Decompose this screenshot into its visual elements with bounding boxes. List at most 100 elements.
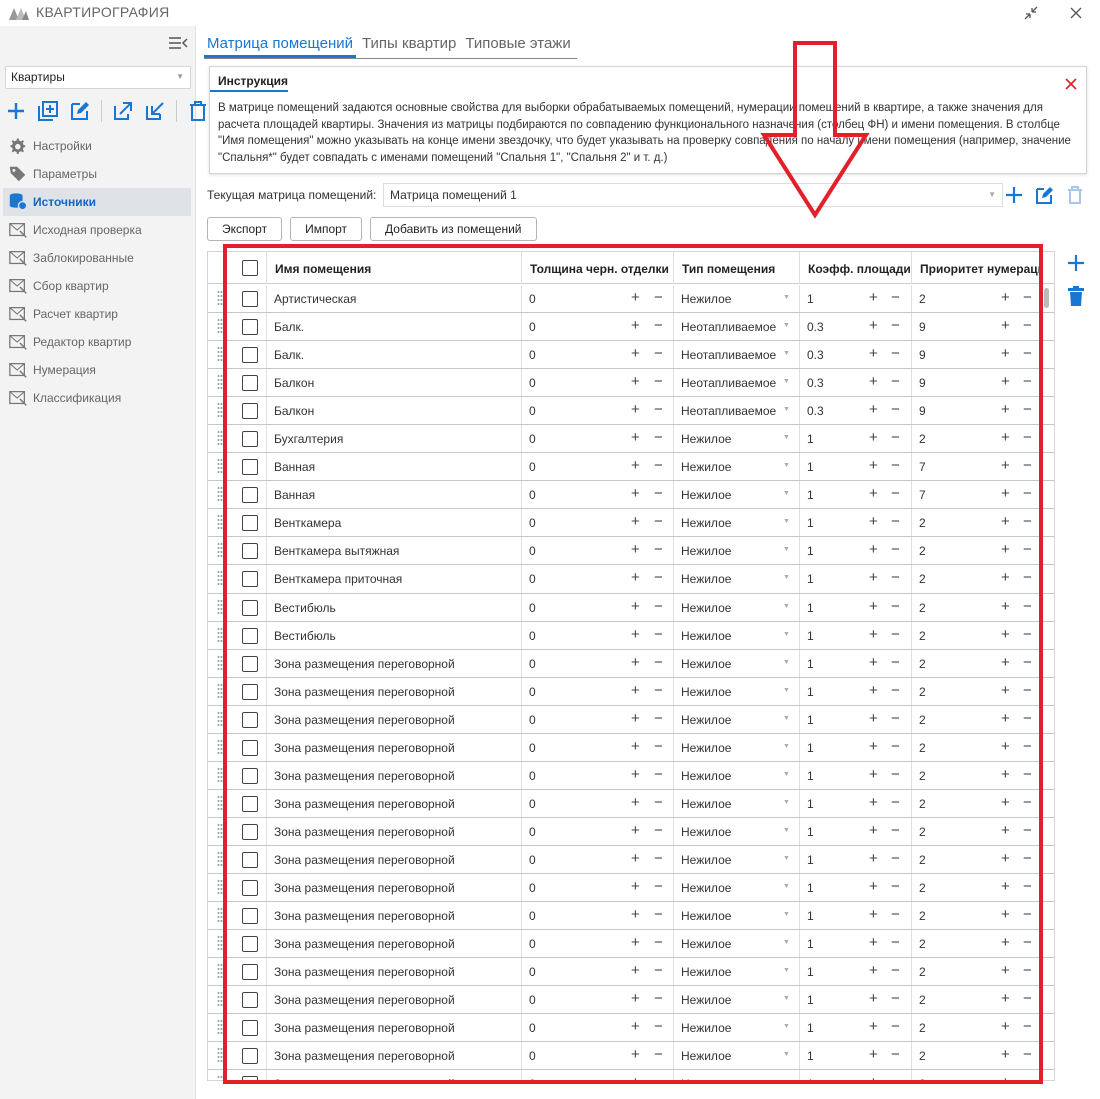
increment-icon[interactable]: + bbox=[1001, 430, 1010, 446]
priority-cell[interactable]: 2 bbox=[911, 817, 1041, 845]
decrement-icon[interactable]: − bbox=[654, 878, 663, 895]
decrement-icon[interactable]: − bbox=[654, 430, 663, 446]
add-matrix-icon[interactable] bbox=[1004, 185, 1024, 205]
thickness-cell[interactable]: 0 bbox=[521, 593, 673, 621]
chevron-down-icon[interactable]: ▼ bbox=[783, 827, 790, 834]
decrement-icon[interactable]: − bbox=[1023, 598, 1032, 615]
drag-handle-icon[interactable] bbox=[217, 346, 223, 362]
thickness-cell[interactable]: 0 bbox=[521, 621, 673, 649]
increment-icon[interactable]: + bbox=[1001, 710, 1010, 727]
decrement-icon[interactable]: − bbox=[1023, 514, 1032, 530]
priority-cell[interactable]: 2 bbox=[911, 845, 1041, 873]
close-window-icon[interactable] bbox=[1059, 0, 1093, 26]
room-name-cell[interactable]: Венткамера bbox=[266, 509, 521, 537]
row-checkbox[interactable] bbox=[242, 459, 258, 476]
vertical-scrollbar[interactable] bbox=[1044, 288, 1049, 308]
increment-icon[interactable]: + bbox=[869, 850, 878, 867]
column-header-0[interactable]: Имя помещения bbox=[266, 252, 521, 284]
chevron-down-icon[interactable]: ▼ bbox=[783, 771, 790, 778]
increment-icon[interactable]: + bbox=[869, 290, 878, 306]
priority-cell[interactable]: 9 bbox=[911, 369, 1041, 397]
increment-icon[interactable]: + bbox=[869, 626, 878, 643]
chevron-down-icon[interactable]: ▼ bbox=[783, 546, 790, 553]
increment-icon[interactable]: + bbox=[631, 935, 640, 951]
sidebar-item-7[interactable]: Редактор квартир bbox=[3, 328, 191, 356]
decrement-icon[interactable]: − bbox=[654, 1019, 663, 1035]
decrement-icon[interactable]: − bbox=[654, 1047, 663, 1063]
close-instruction-icon[interactable] bbox=[1064, 77, 1078, 91]
decrement-icon[interactable]: − bbox=[654, 318, 663, 334]
increment-icon[interactable]: + bbox=[1001, 822, 1010, 839]
restore-icon[interactable] bbox=[1014, 0, 1048, 26]
drag-handle-icon[interactable] bbox=[217, 374, 223, 390]
decrement-icon[interactable]: − bbox=[1023, 318, 1032, 334]
table-row[interactable]: Ванная 0 + − Нежилое ▼ 1 + −7 + − bbox=[208, 453, 1054, 482]
decrement-icon[interactable]: − bbox=[891, 654, 900, 671]
decrement-icon[interactable]: − bbox=[654, 542, 663, 558]
priority-cell[interactable]: 2 bbox=[911, 930, 1041, 958]
increment-icon[interactable]: + bbox=[631, 542, 640, 558]
increment-icon[interactable]: + bbox=[869, 598, 878, 615]
priority-cell[interactable]: 2 bbox=[911, 1014, 1041, 1042]
room-type-cell[interactable]: Нежилое bbox=[673, 649, 799, 677]
mode-select[interactable]: Квартиры ▼ bbox=[5, 66, 191, 89]
room-type-cell[interactable]: Нежилое bbox=[673, 285, 799, 313]
chevron-down-icon[interactable]: ▼ bbox=[783, 574, 790, 581]
increment-icon[interactable]: + bbox=[1001, 626, 1010, 643]
room-name-cell[interactable]: Зона размещения переговорной bbox=[266, 649, 521, 677]
drag-handle-icon[interactable] bbox=[217, 683, 223, 699]
increment-icon[interactable]: + bbox=[869, 654, 878, 671]
increment-icon[interactable]: + bbox=[869, 766, 878, 783]
table-row[interactable]: Венткамера вытяжная 0 + − Нежилое ▼ 1 + −2 + − bbox=[208, 537, 1054, 566]
table-row[interactable]: Зона размещения переговорной0+−Нежилое▼1… bbox=[208, 1014, 1054, 1043]
room-name-cell[interactable]: Артистическая bbox=[266, 285, 521, 313]
decrement-icon[interactable]: − bbox=[891, 514, 900, 530]
decrement-icon[interactable]: − bbox=[891, 850, 900, 867]
chevron-down-icon[interactable]: ▼ bbox=[783, 631, 790, 638]
room-name-cell[interactable]: Ванная bbox=[266, 453, 521, 481]
thickness-cell[interactable]: 0 bbox=[521, 1042, 673, 1070]
thickness-cell[interactable]: 0 bbox=[521, 817, 673, 845]
sidebar-item-3[interactable]: Исходная проверка bbox=[3, 216, 191, 244]
chevron-down-icon[interactable]: ▼ bbox=[783, 350, 790, 357]
priority-cell[interactable]: 2 bbox=[911, 705, 1041, 733]
chevron-down-icon[interactable]: ▼ bbox=[783, 322, 790, 329]
room-type-cell[interactable]: Нежилое bbox=[673, 789, 799, 817]
decrement-icon[interactable]: − bbox=[891, 346, 900, 362]
decrement-icon[interactable]: − bbox=[654, 654, 663, 671]
decrement-icon[interactable]: − bbox=[891, 794, 900, 811]
room-type-cell[interactable]: Нежилое bbox=[673, 677, 799, 705]
increment-icon[interactable]: + bbox=[631, 570, 640, 586]
decrement-icon[interactable]: − bbox=[1023, 963, 1032, 979]
increment-icon[interactable]: + bbox=[631, 374, 640, 390]
increment-icon[interactable]: + bbox=[1001, 1075, 1010, 1080]
room-type-cell[interactable]: Нежилое bbox=[673, 453, 799, 481]
room-type-cell[interactable]: Нежилое bbox=[673, 1014, 799, 1042]
thickness-cell[interactable]: 0 bbox=[521, 565, 673, 593]
room-name-cell[interactable]: Бухгалтерия bbox=[266, 425, 521, 453]
tab-0[interactable]: Матрица помещений bbox=[204, 33, 357, 58]
decrement-icon[interactable]: − bbox=[654, 570, 663, 586]
drag-handle-icon[interactable] bbox=[217, 851, 223, 867]
decrement-icon[interactable]: − bbox=[1023, 1075, 1032, 1080]
row-checkbox[interactable] bbox=[242, 543, 258, 560]
room-type-cell[interactable]: Нежилое bbox=[673, 705, 799, 733]
thickness-cell[interactable]: 0 bbox=[521, 453, 673, 481]
decrement-icon[interactable]: − bbox=[1023, 542, 1032, 558]
thickness-cell[interactable]: 0 bbox=[521, 705, 673, 733]
row-checkbox[interactable] bbox=[242, 515, 258, 532]
thickness-cell[interactable]: 0 bbox=[521, 789, 673, 817]
increment-icon[interactable]: + bbox=[631, 486, 640, 502]
drag-handle-icon[interactable] bbox=[217, 402, 223, 418]
column-header-2[interactable]: Тип помещения bbox=[673, 252, 799, 284]
increment-icon[interactable]: + bbox=[869, 794, 878, 811]
decrement-icon[interactable]: − bbox=[1023, 907, 1032, 923]
thickness-cell[interactable]: 0 bbox=[521, 1014, 673, 1042]
increment-icon[interactable]: + bbox=[631, 822, 640, 839]
decrement-icon[interactable]: − bbox=[654, 766, 663, 783]
increment-icon[interactable]: + bbox=[1001, 935, 1010, 951]
room-type-cell[interactable]: Нежилое bbox=[673, 733, 799, 761]
decrement-icon[interactable]: − bbox=[654, 458, 663, 474]
delete-icon[interactable] bbox=[187, 100, 209, 122]
chevron-down-icon[interactable]: ▼ bbox=[783, 378, 790, 385]
